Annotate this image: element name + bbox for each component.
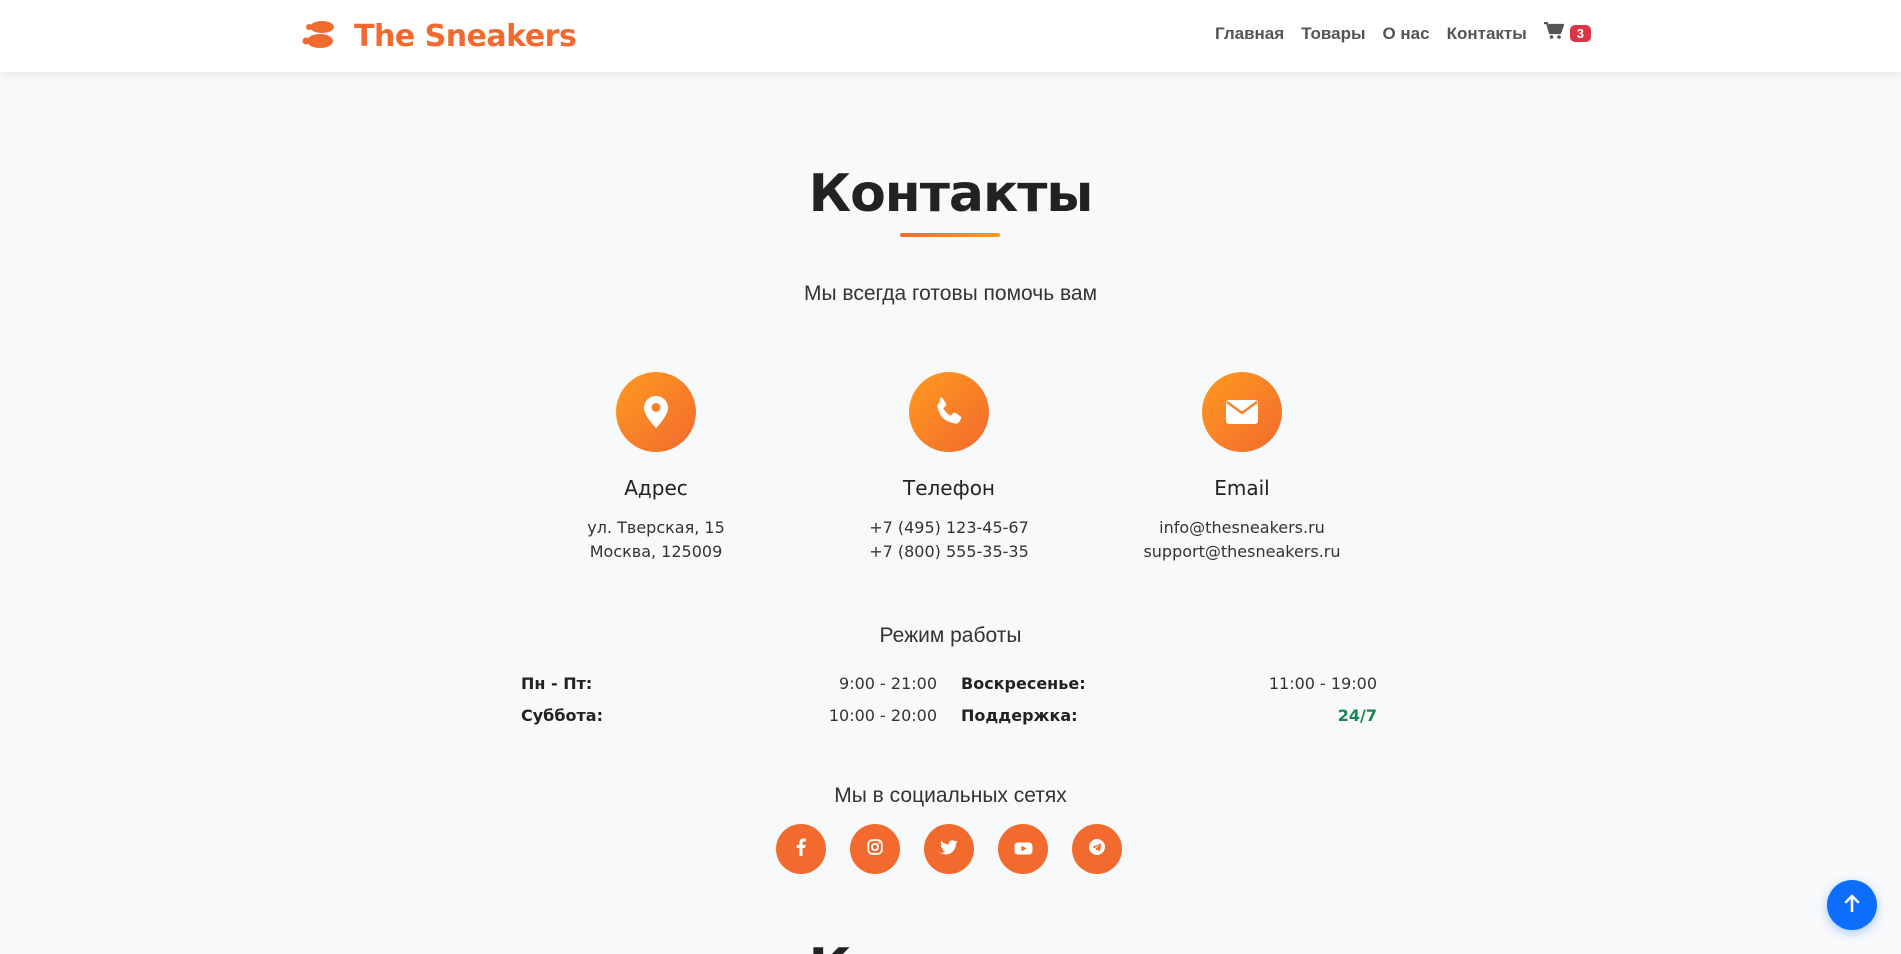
phone-card: Телефон +7 (495) 123-45-67 +7 (800) 555-…: [819, 372, 1079, 564]
hours-day: Воскресенье:: [961, 673, 1086, 693]
social-links: [776, 824, 1122, 874]
phone-number[interactable]: +7 (495) 123-45-67: [819, 516, 1079, 540]
hours-row: Суббота: 10:00 - 20:00: [521, 704, 937, 726]
cart-count-badge: 3: [1569, 25, 1591, 42]
arrow-up-icon: [1844, 894, 1860, 916]
back-to-top-button[interactable]: [1827, 880, 1877, 930]
working-hours-title: Режим работы: [879, 624, 1022, 647]
youtube-button[interactable]: [998, 824, 1048, 874]
email-title: Email: [1214, 476, 1270, 500]
sneakers-logo-icon: [300, 18, 344, 54]
contacts-title: Контакты: [808, 164, 1094, 224]
hours-time: 9:00 - 21:00: [839, 673, 937, 693]
facebook-icon: [796, 838, 806, 860]
cart-button[interactable]: 3: [1543, 21, 1591, 45]
hours-day: Пн - Пт:: [521, 673, 593, 693]
twitter-button[interactable]: [924, 824, 974, 874]
youtube-icon: [1014, 840, 1033, 859]
nav-item-contacts[interactable]: Контакты: [1447, 24, 1527, 44]
address-line: ул. Тверская, 15: [587, 518, 725, 537]
hours-row: Пн - Пт: 9:00 - 21:00: [521, 672, 937, 694]
nav-item-products[interactable]: Товары: [1301, 24, 1365, 44]
twitter-icon: [940, 839, 958, 859]
instagram-button[interactable]: [850, 824, 900, 874]
brand-name: The Sneakers: [354, 18, 577, 54]
facebook-button[interactable]: [776, 824, 826, 874]
hours-time: 10:00 - 20:00: [828, 705, 937, 725]
address-line: Москва, 125009: [589, 542, 723, 561]
hours-day: Суббота:: [521, 705, 603, 725]
phone-title: Телефон: [902, 476, 996, 500]
envelope-icon: [1202, 372, 1282, 452]
cart-icon: [1543, 21, 1564, 45]
hours-time: 11:00 - 19:00: [1268, 673, 1377, 693]
nav-item-about[interactable]: О нас: [1382, 24, 1429, 44]
nav-menu: Главная Товары О нас Контакты 3: [1215, 21, 1591, 45]
hours-row: Воскресенье: 11:00 - 19:00: [961, 672, 1377, 694]
brand-logo-link[interactable]: The Sneakers: [300, 16, 577, 56]
nav-item-home[interactable]: Главная: [1215, 24, 1284, 44]
email-address[interactable]: info@thesneakers.ru: [1112, 516, 1372, 540]
address-card: Адрес ул. Тверская, 15 Москва, 125009: [526, 372, 786, 564]
hours-row: Поддержка: 24/7: [961, 704, 1377, 726]
telegram-button[interactable]: [1072, 824, 1122, 874]
phone-number[interactable]: +7 (800) 555-35-35: [819, 540, 1079, 564]
email-card: Email info@thesneakers.ru support@thesne…: [1112, 372, 1372, 564]
address-title: Адрес: [624, 476, 688, 500]
next-section-heading: Контакты: [0, 938, 1901, 954]
title-underline: [900, 233, 1000, 237]
instagram-icon: [867, 839, 883, 859]
support-hours: 24/7: [1337, 705, 1377, 725]
map-marker-icon: [616, 372, 696, 452]
social-title: Мы в социальных сетях: [834, 784, 1067, 807]
navbar: The Sneakers Главная Товары О нас Контак…: [0, 0, 1901, 72]
contacts-subtitle: Мы всегда готовы помочь вам: [803, 282, 1098, 305]
email-address[interactable]: support@thesneakers.ru: [1112, 540, 1372, 564]
telegram-icon: [1089, 839, 1105, 859]
phone-icon: [909, 372, 989, 452]
hours-day: Поддержка:: [961, 705, 1078, 725]
